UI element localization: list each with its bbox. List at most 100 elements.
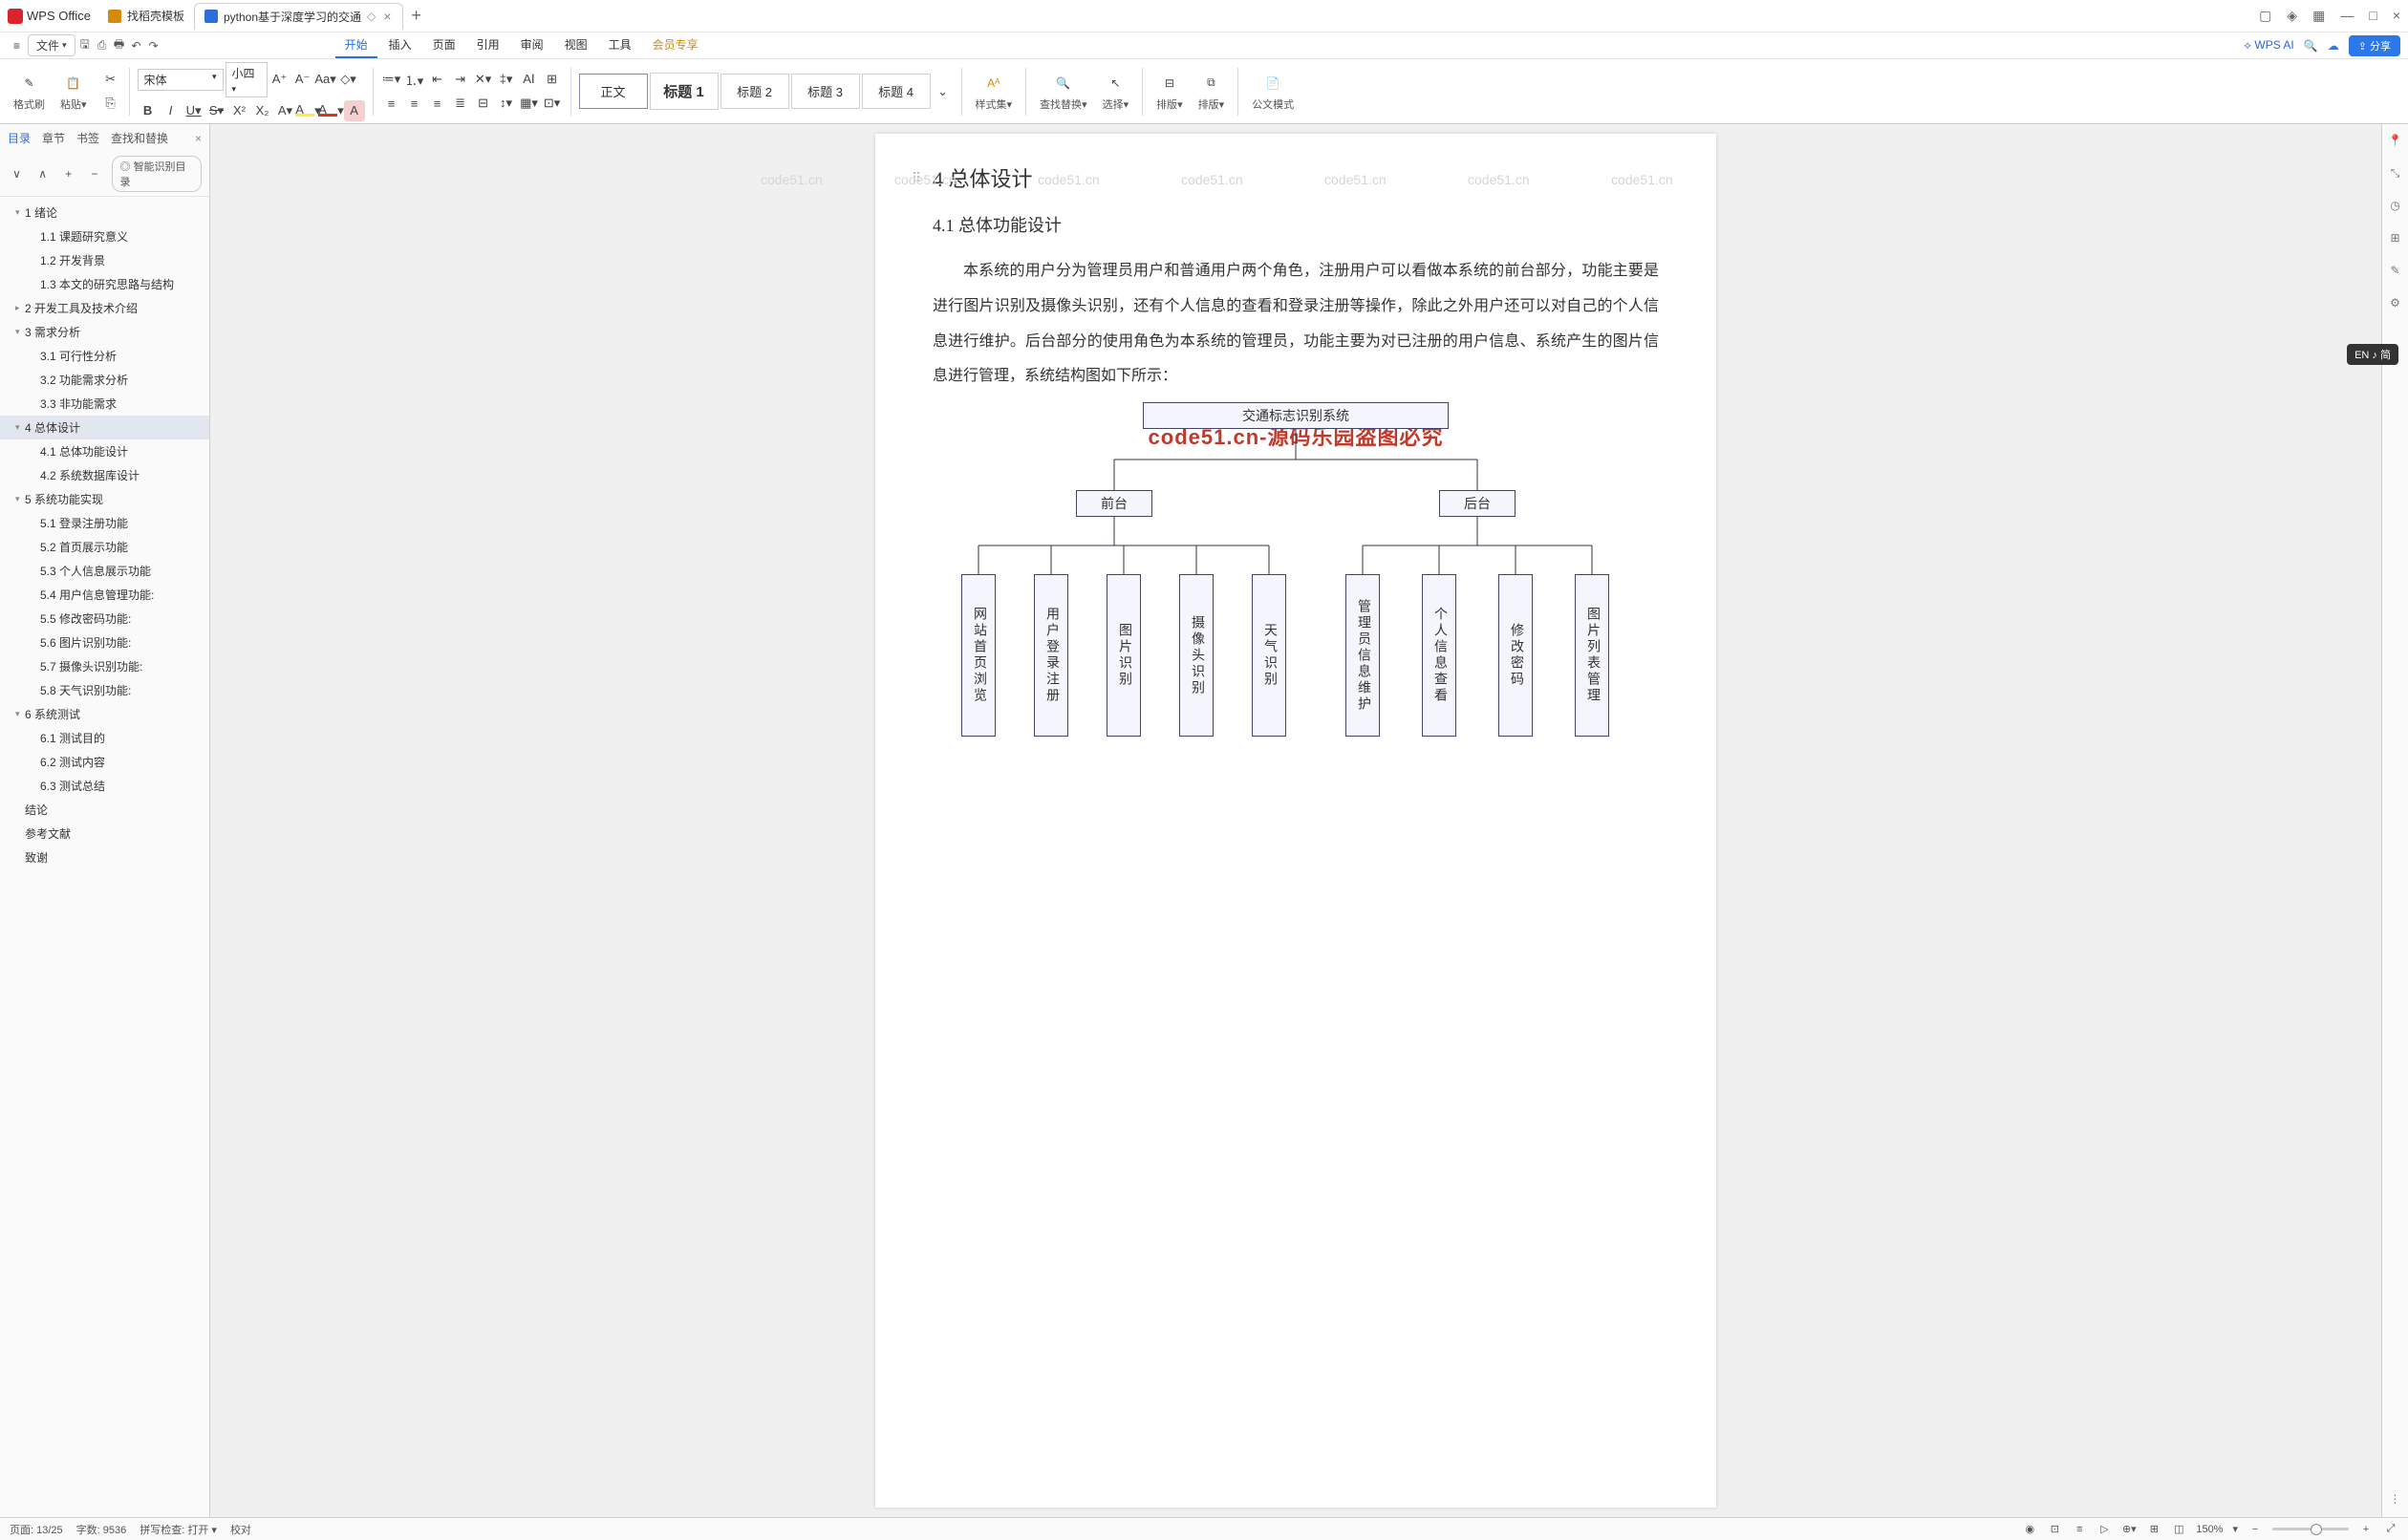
sb-icon[interactable]: ⊞ [2146, 1522, 2161, 1537]
align-right-icon[interactable]: ≡ [427, 93, 448, 114]
toc-item[interactable]: ▾6 系统测试 [0, 702, 209, 726]
sb-icon[interactable]: ◉ [2022, 1522, 2037, 1537]
toc-item[interactable]: ▸2 开发工具及技术介绍 [0, 296, 209, 320]
para-spacing-icon[interactable]: ↕▾ [496, 93, 517, 114]
zoom-value[interactable]: 150% [2196, 1524, 2223, 1535]
change-case-icon[interactable]: Aa▾ [315, 69, 336, 90]
italic-button[interactable]: I [161, 100, 182, 121]
style-body[interactable]: 正文 [579, 74, 648, 109]
undo-icon[interactable]: ↶ [129, 38, 144, 53]
decrease-indent-icon[interactable]: ⇤ [427, 69, 448, 90]
nav-tab-bookmark[interactable]: 书签 [76, 130, 99, 146]
drag-handle-icon[interactable]: ⠿ [912, 170, 921, 186]
tab-tools[interactable]: 工具 [599, 32, 641, 58]
sb-icon[interactable]: ▷ [2096, 1522, 2112, 1537]
nav-tab-find[interactable]: 查找和替换 [111, 130, 168, 146]
sort-icon[interactable]: ✕▾ [473, 69, 494, 90]
toc-item[interactable]: 参考文献 [0, 822, 209, 845]
collapse-icon[interactable]: ∨ [8, 165, 26, 182]
page-indicator[interactable]: 页面: 13/25 [10, 1522, 63, 1537]
toc-item[interactable]: 5.5 修改密码功能: [0, 607, 209, 631]
word-count[interactable]: 字数: 9536 [76, 1522, 127, 1537]
highlight-button[interactable]: A▾ [298, 100, 319, 121]
sb-icon[interactable]: ⊡ [2047, 1522, 2062, 1537]
toc-item[interactable]: ▾5 系统功能实现 [0, 487, 209, 511]
toc-item[interactable]: 3.3 非功能需求 [0, 392, 209, 416]
toc-item[interactable]: ▾4 总体设计 [0, 416, 209, 439]
toc-item[interactable]: 4.1 总体功能设计 [0, 439, 209, 463]
toc-item[interactable]: ▾1 绪论 [0, 201, 209, 225]
window-icon[interactable]: ▢ [2259, 8, 2271, 24]
fill-icon[interactable]: ▦▾ [519, 93, 540, 114]
zoom-out-icon[interactable]: − [2247, 1522, 2263, 1537]
toc-item[interactable]: 5.6 图片识别功能: [0, 631, 209, 654]
tab-view[interactable]: 视图 [555, 32, 597, 58]
toc-item[interactable]: 6.1 测试目的 [0, 726, 209, 750]
style-h3[interactable]: 标题 3 [791, 74, 860, 109]
spell-check-status[interactable]: 拼写检查: 打开 ▾ [140, 1522, 217, 1537]
toc-item[interactable]: 3.1 可行性分析 [0, 344, 209, 368]
clear-format-icon[interactable]: ◇▾ [338, 69, 359, 90]
ime-badge[interactable]: EN ♪ 简 [2347, 344, 2398, 365]
text-effect-button[interactable]: A▾ [275, 100, 296, 121]
file-menu[interactable]: 文件 ▾ [28, 34, 75, 56]
increase-font-icon[interactable]: A⁺ [269, 69, 290, 90]
document-area[interactable]: ⠿ 4 总体设计 4.1 总体功能设计 本系统的用户分为管理员用户和普通用户两个… [210, 124, 2381, 1517]
toc-item[interactable]: 6.3 测试总结 [0, 774, 209, 798]
proof-button[interactable]: 校对 [230, 1522, 251, 1537]
fullscreen-icon[interactable]: ⤢ [2383, 1522, 2398, 1537]
arrange-button[interactable]: ⊟排版▾ [1150, 72, 1189, 112]
hamburger-icon[interactable]: ≡ [8, 36, 26, 55]
tab-insert[interactable]: 插入 [379, 32, 421, 58]
style-more-icon[interactable]: ⌄ [933, 81, 954, 102]
search-icon[interactable]: 🔍 [2304, 39, 2318, 53]
toc-item[interactable]: 1.3 本文的研究思路与结构 [0, 272, 209, 296]
sb-icon[interactable]: ≡ [2072, 1522, 2087, 1537]
strike-button[interactable]: S▾ [206, 100, 227, 121]
tab-reference[interactable]: 引用 [467, 32, 509, 58]
toc-item[interactable]: 5.2 首页展示功能 [0, 535, 209, 559]
align-justify-icon[interactable]: ≣ [450, 93, 471, 114]
rail-icon[interactable]: ⊞ [2387, 229, 2404, 246]
bullet-list-icon[interactable]: ≔▾ [381, 69, 402, 90]
cloud-icon[interactable]: ☁ [2328, 39, 2339, 53]
tab-comment-icon[interactable]: ◇ [367, 10, 376, 23]
decrease-font-icon[interactable]: A⁻ [292, 69, 313, 90]
wps-ai-button[interactable]: ⟡ WPS AI [2244, 38, 2294, 53]
find-replace-button[interactable]: 🔍查找替换▾ [1034, 72, 1093, 112]
rail-icon[interactable]: ✎ [2387, 262, 2404, 279]
toc-item[interactable]: 结论 [0, 798, 209, 822]
sb-icon[interactable]: ◫ [2171, 1522, 2186, 1537]
increase-indent-icon[interactable]: ⇥ [450, 69, 471, 90]
tab-close-icon[interactable]: × [381, 9, 393, 24]
rail-icon[interactable]: ⚙ [2387, 294, 2404, 311]
tab-review[interactable]: 审阅 [511, 32, 553, 58]
tab-page[interactable]: 页面 [423, 32, 465, 58]
shading-icon[interactable]: AⅠ [519, 69, 540, 90]
paste-button[interactable]: 📋粘贴▾ [54, 72, 93, 112]
line-spacing-icon[interactable]: ‡▾ [496, 69, 517, 90]
minimize-icon[interactable]: — [2340, 8, 2354, 24]
cut-icon[interactable]: ✂ [100, 69, 121, 90]
tab-template[interactable]: 找稻壳模板 [98, 3, 194, 30]
window-icon[interactable]: ▦ [2312, 8, 2325, 24]
number-list-icon[interactable]: ⒈▾ [404, 69, 425, 90]
nav-close-icon[interactable]: × [195, 132, 202, 145]
toc-item[interactable]: ▾3 需求分析 [0, 320, 209, 344]
format-painter-button[interactable]: ✎格式刷 [8, 72, 51, 112]
bold-button[interactable]: B [138, 100, 159, 121]
expand-icon[interactable]: ∧ [33, 165, 52, 182]
tab-vip[interactable]: 会员专享 [643, 32, 708, 58]
tab-add-button[interactable]: + [403, 6, 429, 26]
font-color-button[interactable]: A▾ [321, 100, 342, 121]
toc-item[interactable]: 5.3 个人信息展示功能 [0, 559, 209, 583]
nav-tab-toc[interactable]: 目录 [8, 130, 31, 146]
toc-item[interactable]: 1.2 开发背景 [0, 248, 209, 272]
toc-item[interactable]: 3.2 功能需求分析 [0, 368, 209, 392]
copy-icon[interactable]: ⎘ [100, 93, 121, 114]
close-icon[interactable]: × [2393, 8, 2400, 24]
rail-more-icon[interactable]: ⋮ [2387, 1490, 2404, 1508]
arrange2-button[interactable]: ⧉排版▾ [1193, 72, 1231, 112]
rail-icon[interactable]: ◷ [2387, 197, 2404, 214]
official-mode-button[interactable]: 📄公文模式 [1246, 72, 1300, 112]
